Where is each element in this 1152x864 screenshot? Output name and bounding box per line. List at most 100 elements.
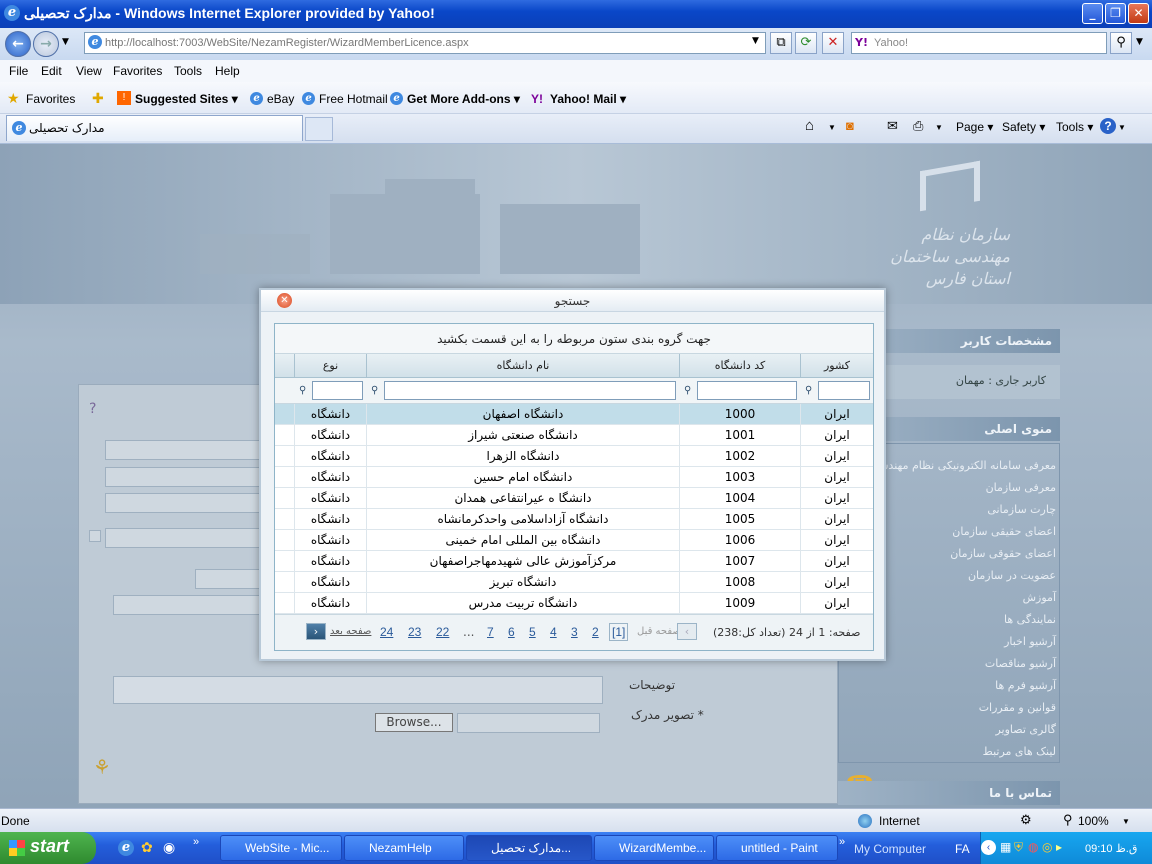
form-field-1[interactable]	[105, 440, 265, 460]
browse-button[interactable]: Browse...	[375, 713, 453, 732]
menu-item[interactable]: آرشیو فرم ها	[838, 679, 1060, 692]
history-dropdown-icon[interactable]: ▼	[62, 37, 69, 47]
page-link[interactable]: 22	[436, 625, 449, 639]
table-row[interactable]: دانشگاه دانشگاه صنعتی شیراز 1001 ایران	[275, 425, 873, 446]
broom-icon[interactable]: ⚘	[93, 755, 111, 779]
form-field-5[interactable]	[195, 569, 265, 589]
menu-view[interactable]: View	[76, 64, 102, 78]
fav-suggested-sites[interactable]: Suggested Sites ▾	[135, 92, 238, 106]
start-button[interactable]: start	[0, 832, 96, 864]
table-row[interactable]: دانشگاه دانشگا ه عیرانتفاعی همدان 1004 ایرا…	[275, 488, 873, 509]
page-link[interactable]: 4	[550, 625, 557, 639]
menu-edit[interactable]: Edit	[41, 64, 62, 78]
feeds-icon[interactable]: ◙	[846, 118, 854, 133]
menu-file[interactable]: File	[9, 64, 28, 78]
minimize-button[interactable]: _	[1082, 3, 1103, 24]
fav-free-hotmail[interactable]: Free Hotmail	[319, 92, 388, 106]
search-dropdown-icon[interactable]: ▼	[1136, 37, 1143, 47]
prev-page-icon[interactable]: ‹	[677, 623, 697, 640]
page-link[interactable]: 24	[380, 625, 393, 639]
add-favorite-icon[interactable]: ✚	[92, 90, 104, 107]
dialog-close-icon[interactable]: ✕	[277, 293, 292, 308]
tray-expand-icon[interactable]: ‹	[981, 840, 996, 855]
page-link[interactable]: 23	[408, 625, 421, 639]
filter-icon[interactable]: ⚲	[805, 385, 814, 396]
fav-get-more-addons[interactable]: Get More Add-ons ▾	[407, 92, 520, 106]
protected-mode-icon[interactable]: ⚙	[1020, 812, 1032, 828]
filter-name-input[interactable]	[384, 381, 676, 400]
fav-ebay[interactable]: eBay	[267, 92, 294, 106]
form-field-3[interactable]	[105, 493, 265, 513]
print-dropdown-icon[interactable]: ▼	[935, 123, 943, 132]
table-row[interactable]: دانشگاه دانشگاه امام حسین 1003 ایران	[275, 467, 873, 488]
table-row[interactable]: دانشگاه دانشگاه الزهرا 1002 ایران	[275, 446, 873, 467]
zoom-level[interactable]: 100%	[1078, 814, 1109, 828]
page-link[interactable]: 7	[487, 625, 494, 639]
stop-icon[interactable]: ✕	[822, 32, 844, 54]
quicklaunch-app-icon[interactable]: ◉	[163, 839, 175, 856]
page-menu[interactable]: Page ▾	[956, 120, 993, 134]
my-computer-toolbar[interactable]: My Computer	[854, 842, 926, 856]
taskbar-item[interactable]: untitled - Paint	[716, 835, 838, 861]
form-field-2[interactable]	[105, 467, 265, 487]
tray-security-icon[interactable]: ⛨	[1014, 840, 1023, 855]
menu-item[interactable]: لینک های مرتبط	[838, 745, 1060, 758]
url-dropdown-icon[interactable]: ▼	[752, 36, 759, 46]
col-header-country[interactable]: کشور	[800, 354, 873, 378]
close-button[interactable]: ✕	[1128, 3, 1149, 24]
help-dropdown-icon[interactable]: ▼	[1118, 123, 1126, 132]
home-dropdown-icon[interactable]: ▼	[828, 123, 836, 132]
taskbar-item[interactable]: NezamHelp	[344, 835, 464, 861]
page-link[interactable]: 6	[508, 625, 515, 639]
menu-item[interactable]: قوانین و مقررات	[838, 701, 1060, 714]
tray-app-icon[interactable]: ◎	[1042, 840, 1052, 854]
fav-yahoo-mail[interactable]: Yahoo! Mail ▾	[550, 92, 626, 106]
search-icon[interactable]: ⚲	[1110, 32, 1132, 54]
tray-media-icon[interactable]: ▸	[1056, 840, 1062, 854]
favorites-button[interactable]: Favorites	[26, 92, 75, 106]
taskbar-item-active[interactable]: مدارک تحصیل...	[466, 835, 592, 861]
filter-icon[interactable]: ⚲	[684, 385, 693, 396]
file-path-input[interactable]	[457, 713, 600, 733]
table-row[interactable]: دانشگاه دانشگاه تبریز 1008 ایران	[275, 572, 873, 593]
filter-country-input[interactable]	[818, 381, 870, 400]
filter-code-input[interactable]	[697, 381, 797, 400]
taskbar-more-icon[interactable]: »	[839, 836, 845, 848]
next-page-link[interactable]: صفحه بعد	[330, 626, 371, 637]
zoom-dropdown-icon[interactable]: ▼	[1122, 817, 1130, 826]
refresh-icon[interactable]: ⟳	[795, 32, 817, 54]
maximize-button[interactable]: ❐	[1105, 3, 1126, 24]
language-indicator[interactable]: FA	[955, 842, 970, 856]
page-link[interactable]: 3	[571, 625, 578, 639]
tray-antivirus-icon[interactable]: ◍	[1028, 840, 1038, 854]
filter-type-input[interactable]	[312, 381, 363, 400]
quicklaunch-ie-icon[interactable]: e	[118, 840, 134, 856]
tab-active[interactable]: e مدارک تحصیلی	[6, 115, 303, 141]
page-link[interactable]: 2	[592, 625, 599, 639]
table-row[interactable]: دانشگاه دانشگاه تربیت مدرس 1009 ایران	[275, 593, 873, 614]
security-zone[interactable]: Internet	[879, 814, 920, 828]
description-textarea[interactable]	[113, 676, 603, 704]
table-row[interactable]: دانشگاه دانشگاه اصفهان 1000 ایران	[275, 404, 873, 425]
taskbar-item[interactable]: WebSite - Mic...	[220, 835, 342, 861]
back-button[interactable]: ←	[5, 31, 31, 57]
safety-menu[interactable]: Safety ▾	[1002, 120, 1045, 134]
prev-page-link[interactable]: صفحه قبل	[637, 626, 681, 637]
taskbar-item[interactable]: WizardMembe...	[594, 835, 714, 861]
next-page-icon[interactable]: ›	[306, 623, 326, 640]
home-icon[interactable]: ⌂	[805, 117, 814, 134]
filter-icon[interactable]: ⚲	[371, 385, 380, 396]
table-row[interactable]: دانشگاه مرکزآموزش عالی شهیدمهاجراصفهان 100…	[275, 551, 873, 572]
form-field-4[interactable]	[105, 528, 265, 548]
col-header-name[interactable]: نام دانشگاه	[366, 354, 679, 378]
tools-menu[interactable]: Tools ▾	[1056, 120, 1093, 134]
menu-tools[interactable]: Tools	[174, 64, 202, 78]
table-row[interactable]: دانشگاه دانشگاه آزاداسلامی واحدکرمانشاه 10…	[275, 509, 873, 530]
menu-help[interactable]: Help	[215, 64, 240, 78]
read-mail-icon[interactable]: ✉	[887, 118, 898, 134]
contact-header[interactable]: تماس با ما	[838, 781, 1060, 805]
filter-icon[interactable]: ⚲	[299, 385, 308, 396]
help-icon[interactable]: ?	[1100, 118, 1116, 134]
menu-favorites[interactable]: Favorites	[113, 64, 162, 78]
new-tab-button[interactable]	[305, 117, 333, 141]
